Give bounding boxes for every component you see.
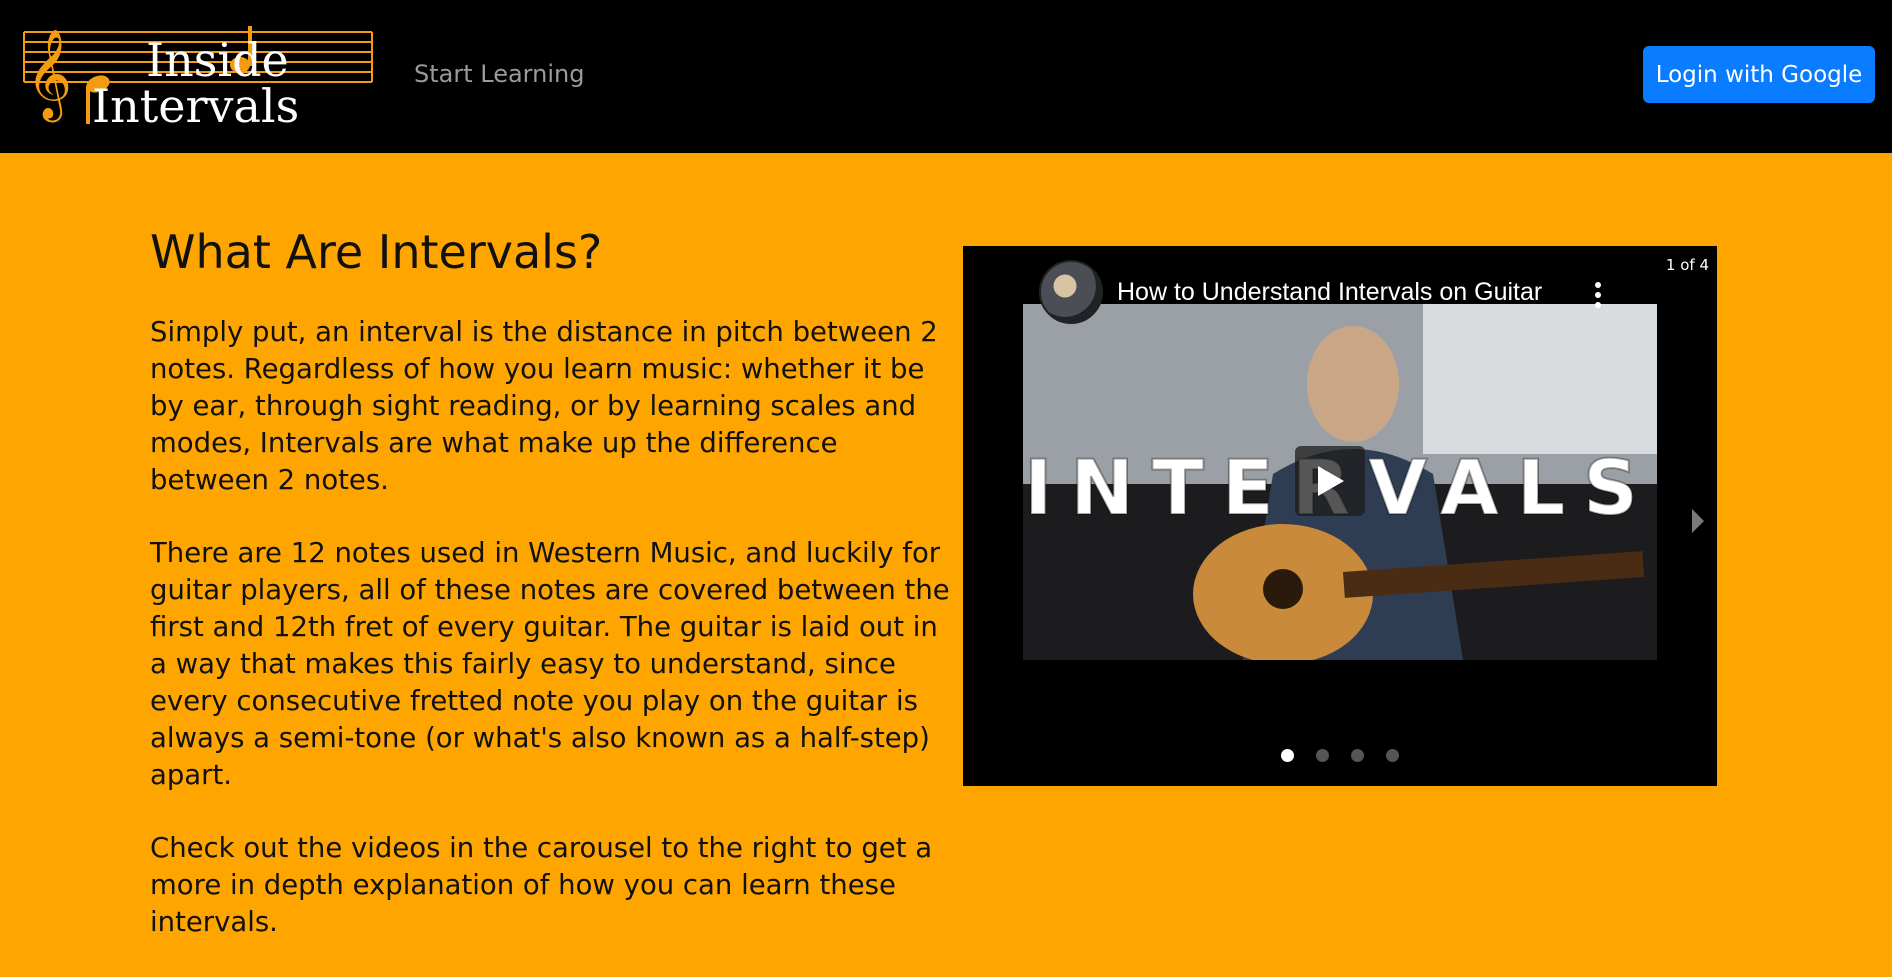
chevron-right-icon xyxy=(1692,509,1704,533)
carousel-dot-1[interactable] xyxy=(1281,749,1294,762)
nav-start-learning[interactable]: Start Learning xyxy=(414,60,584,88)
logo-text-intervals: Intervals xyxy=(92,79,299,128)
carousel-next-button[interactable] xyxy=(1688,506,1708,536)
page-title: What Are Intervals? xyxy=(150,225,603,279)
paragraph-2: There are 12 notes used in Western Music… xyxy=(150,537,950,791)
paragraph-1: Simply put, an interval is the distance … xyxy=(150,316,938,496)
channel-avatar[interactable] xyxy=(1039,260,1103,324)
login-with-google-button[interactable]: Login with Google xyxy=(1643,46,1875,103)
treble-clef-icon: 𝄞 xyxy=(26,29,72,123)
site-logo[interactable]: 𝄞 Inside Intervals xyxy=(22,16,378,128)
slide-counter: 1 of 4 xyxy=(1665,256,1709,274)
video-carousel: 1 of 4 INTERVALS How to Understand Inter… xyxy=(963,246,1717,786)
carousel-indicators xyxy=(963,749,1717,762)
carousel-dot-3[interactable] xyxy=(1351,749,1364,762)
carousel-dot-4[interactable] xyxy=(1386,749,1399,762)
paragraph-3: Check out the videos in the carousel to … xyxy=(150,832,933,938)
play-button[interactable] xyxy=(1295,446,1365,516)
kebab-menu-icon[interactable] xyxy=(1595,282,1603,310)
video-title[interactable]: How to Understand Intervals on Guitar xyxy=(1117,278,1577,307)
video-header: How to Understand Intervals on Guitar xyxy=(1039,260,1619,324)
navbar: 𝄞 Inside Intervals Start Learning Login … xyxy=(0,0,1892,153)
carousel-dot-2[interactable] xyxy=(1316,749,1329,762)
play-icon xyxy=(1318,466,1344,496)
